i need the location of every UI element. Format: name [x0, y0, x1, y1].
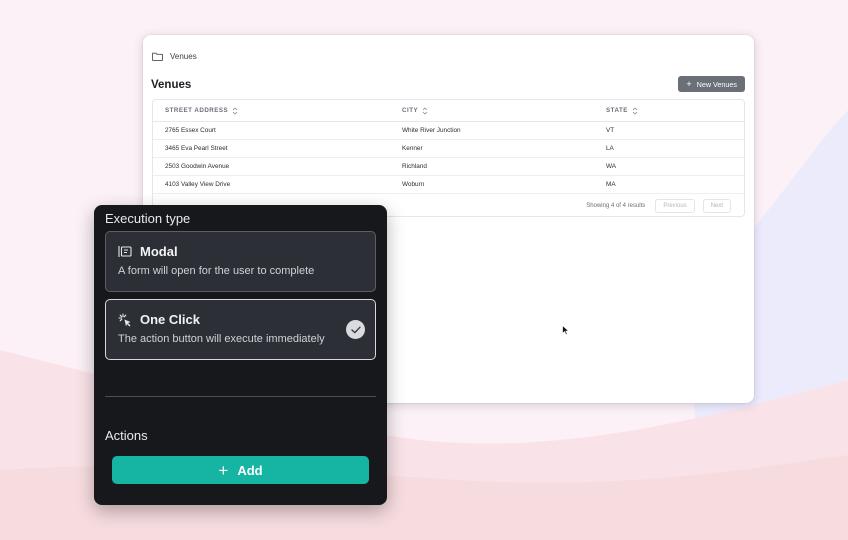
street-cell: 2765 Essex Court	[165, 127, 216, 134]
street-cell: 4103 Valley View Drive	[165, 181, 231, 188]
breadcrumb[interactable]: Venues	[152, 52, 197, 61]
venues-table: STREET ADDRESS CITY STATE 2765 Essex Cou…	[152, 99, 745, 217]
actions-label: Actions	[105, 428, 148, 443]
add-button[interactable]: + Add	[112, 456, 369, 484]
add-button-label: Add	[237, 462, 263, 478]
state-cell: WA	[606, 163, 617, 170]
previous-button[interactable]: Previous	[655, 199, 695, 213]
new-venues-button[interactable]: + New Venues	[678, 76, 745, 92]
option-description: The action button will execute immediate…	[118, 333, 325, 345]
breadcrumb-label: Venues	[170, 52, 197, 61]
state-cell: LA	[606, 145, 614, 152]
city-cell: Richland	[402, 163, 427, 170]
sort-icon	[422, 106, 428, 115]
cursor-click-icon	[118, 312, 131, 326]
folder-icon	[152, 52, 163, 61]
execution-panel: Execution type Modal A form will open fo…	[94, 205, 387, 505]
execution-type-label: Execution type	[105, 211, 191, 226]
city-cell: White River Junction	[402, 127, 461, 134]
state-cell: VT	[606, 127, 615, 134]
new-venues-label: New Venues	[696, 79, 737, 89]
results-count: Showing 4 of 4 results	[586, 203, 646, 209]
option-one-click[interactable]: One Click The action button will execute…	[105, 299, 376, 360]
option-title: One Click	[140, 312, 200, 327]
table-header: STREET ADDRESS CITY STATE	[153, 100, 744, 122]
city-cell: Kenner	[402, 145, 423, 152]
modal-icon	[118, 246, 132, 257]
city-cell: Woburn	[402, 181, 425, 188]
table-row[interactable]: 2503 Goodwin Avenue Richland WA	[153, 158, 744, 176]
mouse-cursor-icon	[562, 325, 570, 336]
plus-icon: +	[686, 78, 692, 89]
column-header-state[interactable]: STATE	[606, 106, 744, 115]
column-header-street[interactable]: STREET ADDRESS	[153, 106, 402, 115]
next-button[interactable]: Next	[702, 199, 731, 213]
table-row[interactable]: 3465 Eva Pearl Street Kenner LA	[153, 140, 744, 158]
check-icon	[346, 320, 365, 339]
plus-icon: +	[218, 460, 229, 480]
page-title: Venues	[151, 79, 192, 91]
sort-icon	[632, 106, 638, 115]
table-row[interactable]: 4103 Valley View Drive Woburn MA	[153, 176, 744, 194]
street-cell: 3465 Eva Pearl Street	[165, 145, 228, 152]
divider	[105, 396, 376, 397]
option-description: A form will open for the user to complet…	[118, 265, 315, 277]
option-modal[interactable]: Modal A form will open for the user to c…	[105, 231, 376, 292]
state-cell: MA	[606, 181, 616, 188]
column-header-city[interactable]: CITY	[402, 106, 606, 115]
option-title: Modal	[140, 244, 178, 259]
sort-icon	[232, 106, 238, 115]
table-row[interactable]: 2765 Essex Court White River Junction VT	[153, 122, 744, 140]
street-cell: 2503 Goodwin Avenue	[165, 163, 230, 170]
